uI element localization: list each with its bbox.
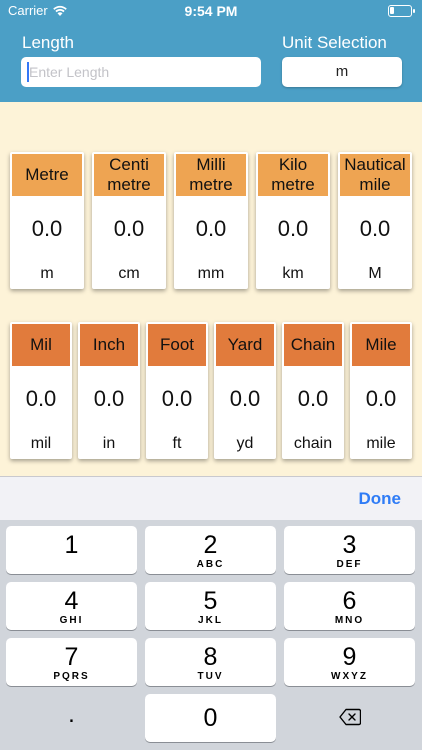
card-title: Metre	[12, 154, 82, 196]
card-value: 0.0	[365, 386, 397, 411]
card-mile: Mile 0.0 mile	[350, 322, 412, 459]
unit-selection-label: Unit Selection	[282, 33, 387, 52]
card-centimetre: Centi metre 0.0 cm	[92, 152, 166, 289]
card-nautical-mile: Nautical mile 0.0 M	[338, 152, 412, 289]
key-5[interactable]: 5 JKL	[145, 582, 276, 630]
card-title: Kilo metre	[258, 154, 328, 196]
card-chain: Chain 0.0 chain	[282, 322, 344, 459]
card-value: 0.0	[113, 216, 145, 241]
unit-selection-button[interactable]: m	[282, 57, 402, 87]
card-title: Chain	[284, 324, 342, 366]
card-value: 0.0	[195, 216, 227, 241]
key-1[interactable]: 1	[6, 526, 137, 574]
status-bar: Carrier 9:54 PM	[0, 0, 422, 22]
key-8[interactable]: 8 TUV	[145, 638, 276, 686]
card-unit: cm	[118, 265, 140, 282]
key-4[interactable]: 4 GHI	[6, 582, 137, 630]
text-caret	[27, 62, 29, 82]
card-title: Milli metre	[176, 154, 246, 196]
card-title: Foot	[148, 324, 206, 366]
conversion-area: Metre 0.0 m Centi metre 0.0 cm Milli metre…	[0, 102, 422, 476]
card-value: 0.0	[229, 386, 261, 411]
key-2[interactable]: 2 ABC	[145, 526, 276, 574]
card-unit: in	[102, 435, 116, 452]
card-kilometre: Kilo metre 0.0 km	[256, 152, 330, 289]
card-unit: chain	[293, 435, 333, 452]
app-header: Carrier 9:54 PM Length Unit Selection m	[0, 0, 422, 102]
card-title: Mil	[12, 324, 70, 366]
card-inch: Inch 0.0 in	[78, 322, 140, 459]
card-title: Inch	[80, 324, 138, 366]
card-metre: Metre 0.0 m	[10, 152, 84, 289]
card-title: Mile	[352, 324, 410, 366]
card-value: 0.0	[277, 216, 309, 241]
card-millimetre: Milli metre 0.0 mm	[174, 152, 248, 289]
card-value: 0.0	[93, 386, 125, 411]
card-value: 0.0	[25, 386, 57, 411]
number-pad: 1 2 ABC 3 DEF 4 GHI 5 JKL 6 MNO 7 PQRS 8…	[0, 520, 422, 750]
key-3[interactable]: 3 DEF	[284, 526, 415, 574]
delete-backspace-icon	[339, 708, 361, 726]
done-button[interactable]: Done	[359, 489, 402, 509]
card-value: 0.0	[161, 386, 193, 411]
card-yard: Yard 0.0 yd	[214, 322, 276, 459]
battery-icon	[388, 5, 415, 17]
key-6[interactable]: 6 MNO	[284, 582, 415, 630]
key-0[interactable]: 0	[145, 694, 276, 742]
card-value: 0.0	[31, 216, 63, 241]
card-unit: ft	[172, 435, 182, 452]
card-title: Centi metre	[94, 154, 164, 196]
key-decimal[interactable]: .	[6, 694, 137, 742]
card-unit: mm	[197, 265, 225, 282]
length-input[interactable]	[21, 57, 261, 87]
card-unit: km	[282, 265, 304, 282]
card-unit: mil	[30, 435, 52, 452]
status-time: 9:54 PM	[184, 3, 238, 19]
key-9[interactable]: 9 WXYZ	[284, 638, 415, 686]
card-title: Yard	[216, 324, 274, 366]
card-title: Nautical mile	[340, 154, 410, 196]
length-label: Length	[22, 33, 74, 52]
keyboard-toolbar: Done	[0, 476, 422, 520]
card-mil: Mil 0.0 mil	[10, 322, 72, 459]
card-unit: m	[40, 265, 54, 282]
card-unit: M	[368, 265, 382, 282]
key-7[interactable]: 7 PQRS	[6, 638, 137, 686]
card-unit: mile	[366, 435, 396, 452]
card-value: 0.0	[359, 216, 391, 241]
card-value: 0.0	[297, 386, 329, 411]
card-unit: yd	[236, 435, 254, 452]
key-delete[interactable]	[284, 694, 415, 742]
card-foot: Foot 0.0 ft	[146, 322, 208, 459]
